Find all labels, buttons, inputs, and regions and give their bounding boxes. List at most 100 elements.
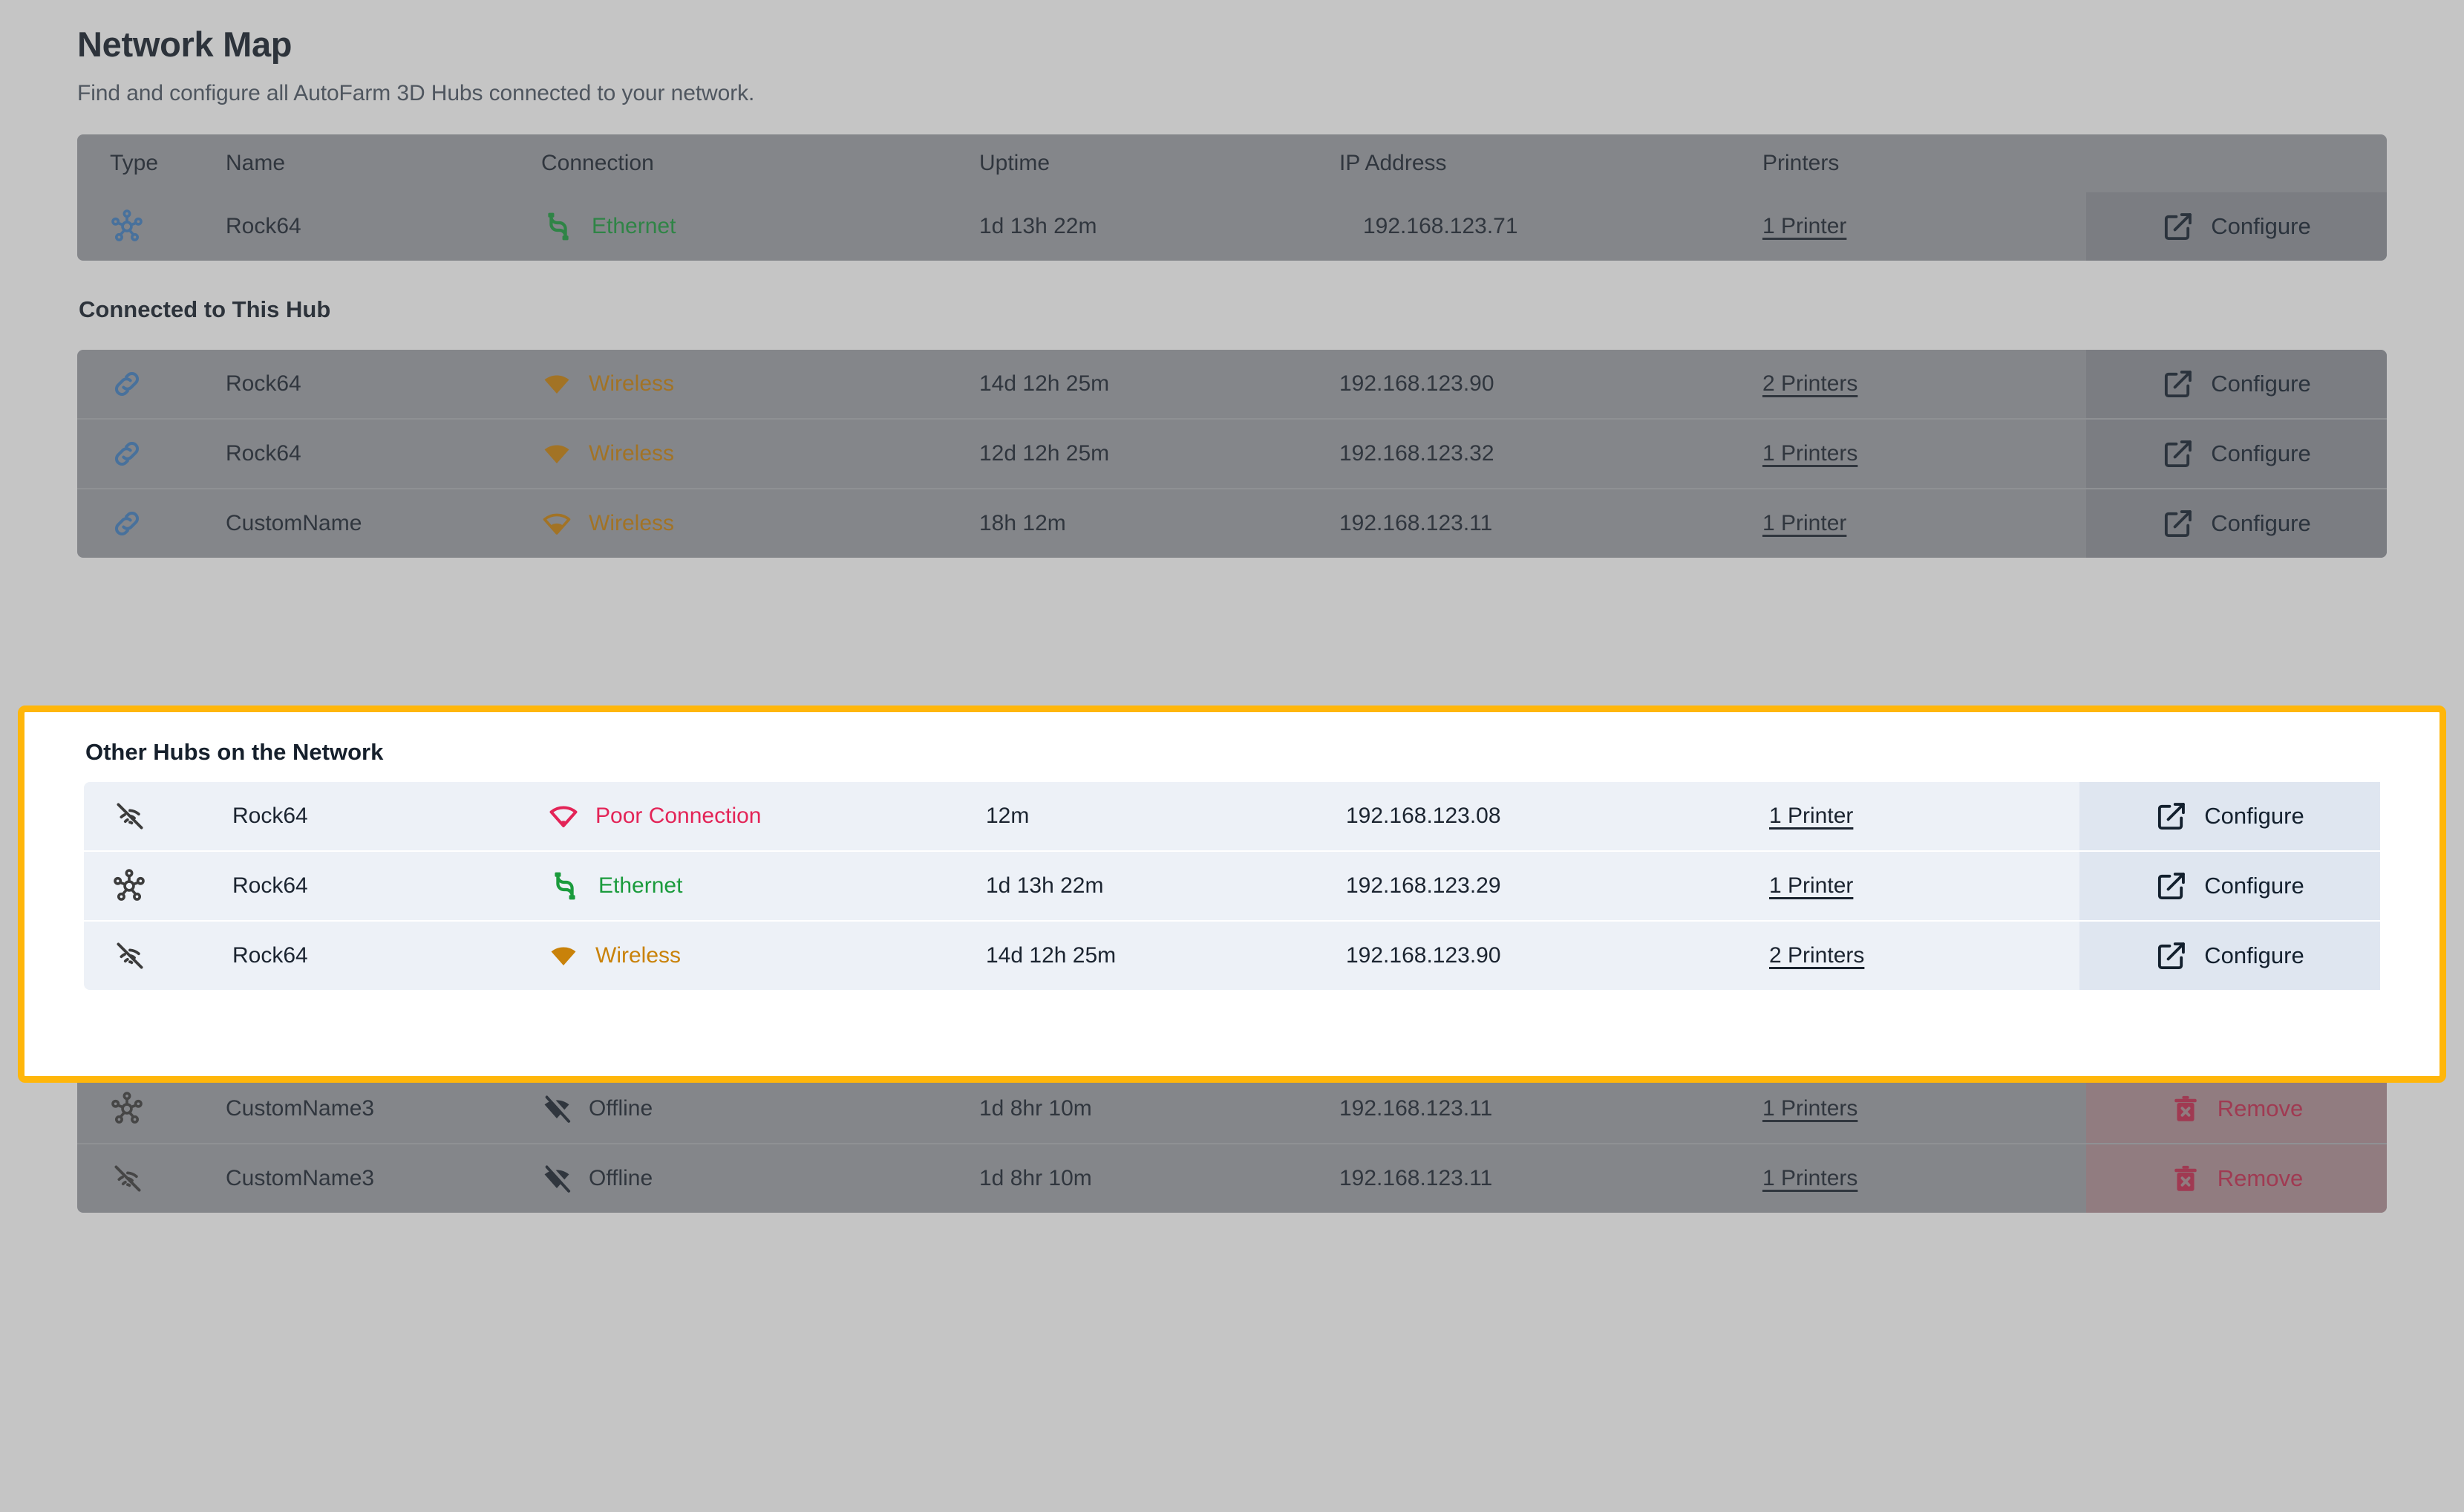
table-row[interactable]: CustomName3 Offline 1d 8hr 10m 192.168.1…	[77, 1143, 2387, 1213]
external-link-icon	[2162, 507, 2195, 540]
cell-connection: Ethernet	[548, 869, 986, 903]
table-row[interactable]: Rock64 Wireless 14d 12h 25m 192.168.123.…	[84, 920, 2380, 990]
wifi-medium-icon	[541, 508, 572, 539]
printers-link[interactable]: 2 Printers	[1762, 371, 1857, 396]
cell-actions: Configure	[2059, 350, 2387, 418]
cell-connection: Poor Connection	[548, 801, 986, 832]
ethernet-cable-icon	[548, 869, 582, 903]
connection-label: Offline	[589, 1166, 653, 1191]
connection-label: Wireless	[589, 371, 674, 397]
configure-button[interactable]: Configure	[2086, 350, 2387, 418]
column-header-printers: Printers	[1762, 151, 2059, 176]
cell-uptime: 14d 12h 25m	[979, 371, 1339, 397]
page-subtitle: Find and configure all AutoFarm 3D Hubs …	[77, 65, 2387, 106]
column-header-type: Type	[77, 151, 226, 176]
section-title-connected: Connected to This Hub	[77, 261, 2387, 342]
configure-button[interactable]: Configure	[2086, 489, 2387, 558]
wifi-off-icon	[110, 1161, 146, 1196]
configure-button[interactable]: Configure	[2079, 782, 2380, 850]
configure-button[interactable]: Configure	[2079, 852, 2380, 920]
wifi-off-icon	[112, 798, 148, 834]
cell-actions: Remove	[2059, 1075, 2387, 1143]
column-header-uptime: Uptime	[979, 151, 1339, 176]
cell-name: Rock64	[226, 371, 541, 397]
section-title-other-hubs: Other Hubs on the Network	[84, 712, 2380, 782]
connection-label: Poor Connection	[595, 804, 761, 829]
printers-link[interactable]: 1 Printer	[1762, 214, 1846, 238]
cell-ip-address: 192.168.123.71	[1339, 214, 1762, 239]
configure-button[interactable]: Configure	[2086, 192, 2387, 261]
table-header-row: Type Name Connection Uptime IP Address P…	[77, 134, 2387, 192]
cell-uptime: 12d 12h 25m	[979, 441, 1339, 466]
cell-actions: Configure	[2066, 922, 2380, 990]
printers-link[interactable]: 1 Printer	[1769, 873, 1853, 898]
cell-type	[77, 506, 226, 541]
connection-label: Ethernet	[592, 214, 676, 239]
cell-name: Rock64	[232, 804, 548, 829]
printers-link[interactable]: 1 Printers	[1762, 1096, 1857, 1121]
table-row[interactable]: Rock64 Ethernet 1d 13h 22m 192.168.123.2…	[84, 850, 2380, 920]
table-row[interactable]: Rock64 Ethernet 1d 13h 22m 192.168.123.7…	[77, 192, 2387, 261]
wifi-slash-icon	[541, 1163, 572, 1194]
link-icon	[110, 506, 144, 541]
remove-button[interactable]: Remove	[2086, 1144, 2387, 1213]
cell-type	[77, 209, 226, 244]
configure-button[interactable]: Configure	[2086, 420, 2387, 488]
trash-x-icon	[2170, 1163, 2201, 1194]
remove-button[interactable]: Remove	[2086, 1075, 2387, 1143]
configure-button-label: Configure	[2211, 371, 2310, 397]
external-link-icon	[2155, 870, 2188, 902]
link-icon	[110, 437, 144, 471]
cell-type	[84, 869, 232, 903]
cell-connection: Wireless	[541, 368, 979, 400]
other-hub-rows: Rock64 Poor Connection 12m 192.168.123.0…	[84, 782, 2380, 990]
cell-type	[77, 1092, 226, 1126]
ethernet-cable-icon	[541, 209, 575, 244]
cell-connection: Wireless	[541, 438, 979, 469]
cell-type	[77, 437, 226, 471]
table-row[interactable]: Rock64 Wireless 12d 12h 25m 192.168.123.…	[77, 418, 2387, 488]
cell-printers: 1 Printer	[1762, 511, 2059, 536]
cell-type	[84, 938, 232, 974]
table-row[interactable]: CustomName Wireless 18h 12m 192.168.123.…	[77, 488, 2387, 558]
printers-link[interactable]: 1 Printers	[1762, 441, 1857, 466]
table-row[interactable]: Rock64 Poor Connection 12m 192.168.123.0…	[84, 782, 2380, 850]
table-row[interactable]: Rock64 Wireless 14d 12h 25m 192.168.123.…	[77, 350, 2387, 418]
cell-ip-address: 192.168.123.29	[1346, 873, 1769, 899]
cell-actions: Configure	[2066, 782, 2380, 850]
configure-button-label: Configure	[2211, 510, 2310, 537]
remove-button-label: Remove	[2218, 1165, 2303, 1192]
cell-ip-address: 192.168.123.32	[1339, 441, 1762, 466]
configure-button-label: Configure	[2204, 803, 2304, 830]
link-icon	[110, 367, 144, 401]
network-hub-icon	[110, 209, 144, 244]
connection-label: Wireless	[589, 441, 674, 466]
external-link-icon	[2162, 368, 2195, 400]
cell-ip-address: 192.168.123.11	[1339, 511, 1762, 536]
table-row[interactable]: CustomName3 Offline 1d 8hr 10m 192.168.1…	[77, 1073, 2387, 1143]
cell-connection: Wireless	[541, 508, 979, 539]
cell-type	[77, 367, 226, 401]
cell-uptime: 1d 8hr 10m	[979, 1166, 1339, 1191]
cell-ip-address: 192.168.123.90	[1339, 371, 1762, 397]
page-title: Network Map	[77, 0, 2387, 65]
cell-name: CustomName3	[226, 1096, 541, 1121]
printers-link[interactable]: 2 Printers	[1769, 943, 1864, 968]
printers-link[interactable]: 1 Printer	[1769, 804, 1853, 828]
cell-connection: Offline	[541, 1163, 979, 1194]
configure-button-label: Configure	[2204, 873, 2304, 899]
cell-name: Rock64	[232, 873, 548, 899]
printers-link[interactable]: 1 Printers	[1762, 1166, 1857, 1190]
column-header-actions	[2059, 134, 2387, 192]
trash-x-icon	[2170, 1093, 2201, 1124]
cell-actions: Configure	[2059, 489, 2387, 558]
printers-link[interactable]: 1 Printer	[1762, 511, 1846, 535]
cell-uptime: 12m	[986, 804, 1346, 829]
cell-name: Rock64	[232, 943, 548, 968]
configure-button[interactable]: Configure	[2079, 922, 2380, 990]
cell-printers: 1 Printers	[1762, 1096, 2059, 1121]
cell-type	[77, 1161, 226, 1196]
cell-uptime: 1d 8hr 10m	[979, 1096, 1339, 1121]
wifi-slash-icon	[541, 1093, 572, 1124]
cell-printers: 1 Printers	[1762, 1166, 2059, 1191]
